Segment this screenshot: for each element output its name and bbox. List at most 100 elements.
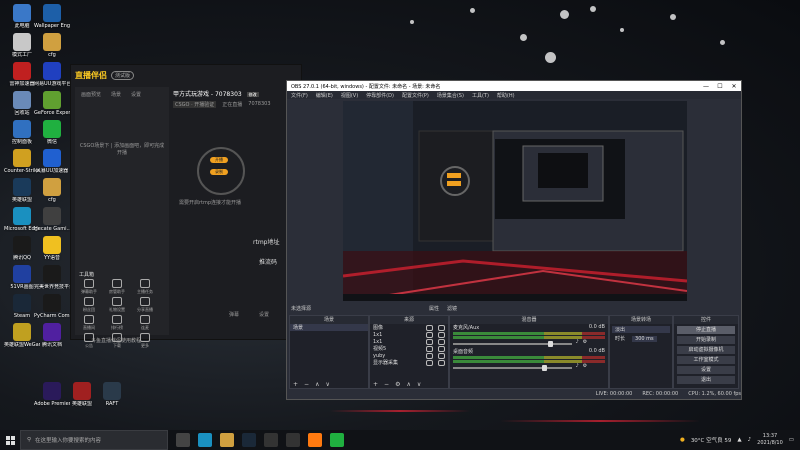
desktop-icon[interactable]: 网易UU游戏平台 <box>34 62 70 87</box>
desktop-icon[interactable]: PyCharm Communit... <box>34 294 70 319</box>
visibility-icon[interactable] <box>426 352 433 359</box>
wechat-icon[interactable] <box>330 433 344 447</box>
lock-icon[interactable] <box>438 345 445 352</box>
lock-icon[interactable] <box>438 338 445 345</box>
steam-icon[interactable] <box>242 433 256 447</box>
move-down-icon[interactable]: ∨ <box>325 381 329 388</box>
tutorial-notice[interactable]: 斗鱼直播伴侣使用教程 <box>91 337 141 344</box>
source-item[interactable]: 显示器采集 <box>370 359 448 366</box>
visibility-icon[interactable] <box>426 359 433 366</box>
add-scene-button[interactable]: + <box>293 381 298 388</box>
desktop-icon[interactable]: GeForce Experience <box>34 91 70 116</box>
tool-item[interactable]: 分享直播 <box>131 297 159 313</box>
volume-icon[interactable]: ♪ <box>748 437 752 443</box>
visibility-icon[interactable] <box>426 338 433 345</box>
volume-slider[interactable] <box>453 340 572 347</box>
lock-icon[interactable] <box>438 331 445 338</box>
scene-item[interactable]: 场景 <box>290 324 368 331</box>
notification-icon[interactable]: ▭ <box>789 437 794 443</box>
tool-item[interactable]: 房管助手 <box>103 279 131 295</box>
explorer-icon[interactable] <box>220 433 234 447</box>
transition-type-select[interactable]: 淡出 <box>612 326 670 333</box>
tool-item[interactable]: 弹幕助手 <box>75 279 103 295</box>
desktop-icon[interactable]: cfg <box>34 33 70 58</box>
footer-danmaku-button[interactable]: 弹幕 <box>229 311 239 318</box>
lock-icon[interactable] <box>438 359 445 366</box>
desktop-icon[interactable]: Wallpaper Engine:... <box>34 4 70 29</box>
minimize-button[interactable]: — <box>699 83 713 90</box>
desktop-icon[interactable]: 腾讯文档 <box>34 323 70 348</box>
control-button[interactable]: 设置 <box>677 366 735 374</box>
obs-icon[interactable] <box>264 433 278 447</box>
network-icon[interactable]: ▲ <box>737 437 741 443</box>
volume-slider-knob[interactable] <box>547 340 553 347</box>
tab-settings[interactable]: 设置 <box>131 91 141 98</box>
game-tag[interactable]: CSGO · 开播验证 <box>173 101 217 108</box>
desktop-icon[interactable]: RAFT <box>94 382 130 407</box>
control-button[interactable]: 开始录制 <box>677 336 735 344</box>
tab-preview[interactable]: 画面预览 <box>81 91 101 98</box>
desktop-icon[interactable]: cfg <box>34 178 70 203</box>
taskbar-clock[interactable]: 13:37 2021/8/10 <box>757 433 783 447</box>
move-up-icon[interactable]: ∧ <box>315 381 319 388</box>
volume-slider[interactable] <box>453 364 572 371</box>
obs-preview[interactable] <box>343 101 687 301</box>
move-down-icon[interactable]: ∨ <box>417 381 421 388</box>
volume-slider-knob[interactable] <box>541 364 547 371</box>
tool-item[interactable]: 直播间 <box>75 315 103 331</box>
tool-item[interactable]: 礼物设置 <box>103 297 131 313</box>
properties-button[interactable]: 属性 <box>429 305 439 312</box>
desktop-icon[interactable]: Hecate Gami... <box>34 207 70 232</box>
control-button[interactable]: 启动虚拟摄像机 <box>677 346 735 354</box>
footer-settings-button[interactable]: 设置 <box>259 311 269 318</box>
source-item[interactable]: 图像 <box>370 324 448 331</box>
add-source-button[interactable]: + <box>373 381 378 388</box>
desktop-icon[interactable]: 风暴UU加速器 <box>34 149 70 174</box>
weather-text[interactable]: 30°C 空气良 59 <box>691 436 732 444</box>
tool-item[interactable]: 主播任务 <box>131 279 159 295</box>
source-item[interactable]: 视频5 <box>370 345 448 352</box>
source-settings-icon[interactable]: ⚙ <box>395 381 400 388</box>
obs-menu-item[interactable]: 帮助(H) <box>497 92 515 99</box>
live-pill-record[interactable]: 录制 <box>210 169 228 175</box>
visibility-icon[interactable] <box>426 345 433 352</box>
desktop-icon[interactable]: 完美世界竞技平台 <box>34 265 70 290</box>
visibility-icon[interactable] <box>426 331 433 338</box>
douyu-icon[interactable] <box>308 433 322 447</box>
obs-menu-item[interactable]: 停靠部件(D) <box>366 92 394 99</box>
remove-source-button[interactable]: − <box>384 381 389 388</box>
speaker-icon[interactable]: ♪ <box>576 339 579 345</box>
start-button[interactable] <box>0 430 20 450</box>
visibility-icon[interactable] <box>426 324 433 331</box>
desktop-icon[interactable]: 微信 <box>34 120 70 145</box>
source-item[interactable]: 1x1 <box>370 338 448 345</box>
gear-icon[interactable]: ⚙ <box>583 363 587 369</box>
tool-item[interactable]: 连麦 <box>131 315 159 331</box>
control-button[interactable]: 工作室模式 <box>677 356 735 364</box>
move-up-icon[interactable]: ∧ <box>406 381 410 388</box>
obs-menu-item[interactable]: 文件(F) <box>291 92 308 99</box>
remove-scene-button[interactable]: − <box>304 381 309 388</box>
tool-item[interactable]: 粉丝团 <box>75 297 103 313</box>
control-button[interactable]: 停止直播 <box>677 326 735 334</box>
obs-menu-item[interactable]: 场景集合(S) <box>437 92 464 99</box>
filters-button[interactable]: 滤镜 <box>447 305 457 312</box>
desktop-icon[interactable]: YY语音 <box>34 236 70 261</box>
gear-icon[interactable]: ⚙ <box>583 339 587 345</box>
live-pill-start[interactable]: 开播 <box>210 157 228 163</box>
edit-button[interactable]: 修改 <box>246 92 259 97</box>
edge-icon[interactable] <box>198 433 212 447</box>
tool-item[interactable]: 排行榜 <box>103 315 131 331</box>
obs2-icon[interactable] <box>286 433 300 447</box>
lock-icon[interactable] <box>438 352 445 359</box>
tab-scene[interactable]: 场景 <box>111 91 121 98</box>
source-item[interactable]: 1x1 <box>370 331 448 338</box>
speaker-icon[interactable]: ♪ <box>576 363 579 369</box>
taskbar-search-box[interactable]: ⚲ 在这里输入你要搜索的内容 <box>20 430 168 450</box>
task-view-icon[interactable] <box>176 433 190 447</box>
obs-menu-item[interactable]: 配置文件(P) <box>402 92 429 99</box>
close-button[interactable]: ✕ <box>727 83 741 90</box>
duration-input[interactable]: 300 ms <box>632 335 657 342</box>
lock-icon[interactable] <box>438 324 445 331</box>
obs-menu-item[interactable]: 工具(T) <box>472 92 489 99</box>
